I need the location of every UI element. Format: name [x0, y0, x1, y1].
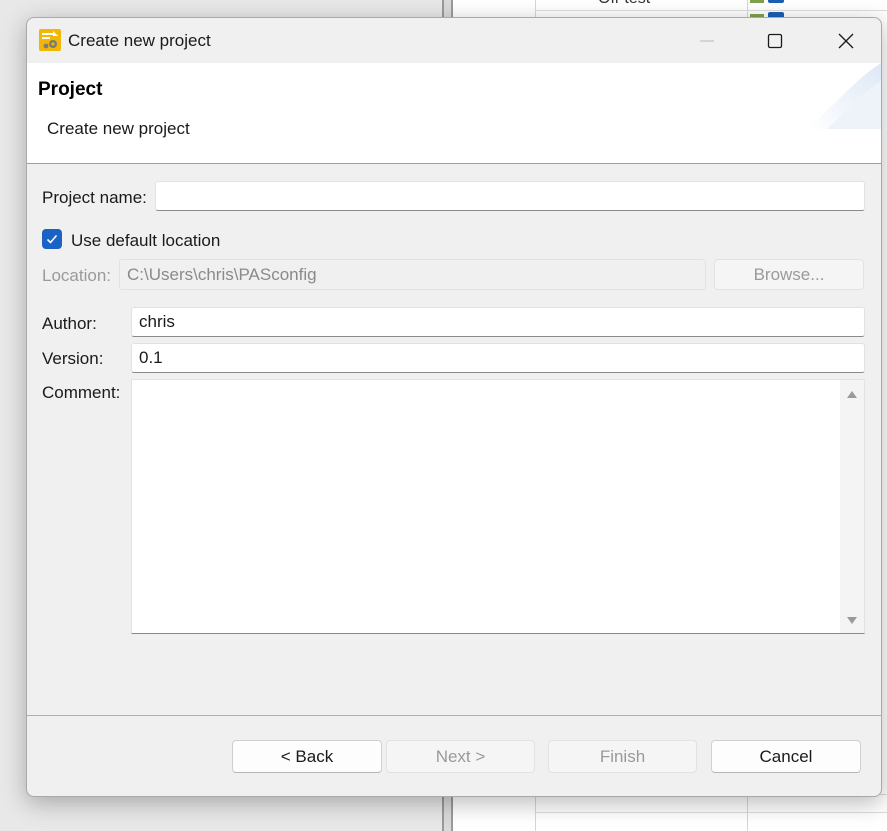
page-subtitle: Create new project: [47, 119, 190, 138]
create-project-dialog: Create new project Project Create new pr…: [26, 17, 882, 797]
browse-button[interactable]: Browse...: [714, 259, 864, 290]
maximize-icon: [767, 33, 783, 48]
project-name-input[interactable]: [155, 181, 865, 211]
author-input[interactable]: [131, 307, 865, 337]
scroll-up-arrow-icon[interactable]: [846, 390, 858, 400]
use-default-location-checkbox[interactable]: [42, 229, 62, 249]
author-label: Author:: [42, 314, 97, 333]
minimize-icon: [700, 39, 714, 42]
minimize-button[interactable]: [672, 18, 742, 63]
close-button[interactable]: [811, 18, 881, 63]
project-name-label: Project name:: [42, 188, 147, 207]
background-grid-line: [535, 10, 887, 11]
app-icon: [38, 28, 62, 52]
version-label: Version:: [42, 349, 104, 368]
background-status-icon: [768, 0, 784, 3]
footer-divider: [27, 715, 881, 716]
header-decoration-image: [807, 63, 881, 129]
comment-label: Comment:: [42, 383, 121, 402]
close-icon: [838, 33, 854, 48]
next-button[interactable]: Next >: [386, 740, 535, 773]
background-row-text: Off-test: [598, 0, 650, 8]
comment-textarea[interactable]: [131, 379, 865, 634]
title-bar[interactable]: Create new project: [27, 18, 881, 63]
location-label: Location:: [42, 266, 111, 285]
cancel-button[interactable]: Cancel: [711, 740, 861, 773]
window-title: Create new project: [68, 31, 211, 50]
maximize-button[interactable]: [740, 18, 810, 63]
checkmark-icon: [46, 234, 58, 244]
page-title: Project: [38, 79, 103, 100]
comment-scrollbar[interactable]: [840, 380, 864, 633]
version-input[interactable]: [131, 343, 865, 373]
finish-button[interactable]: Finish: [548, 740, 697, 773]
scroll-down-arrow-icon[interactable]: [846, 615, 858, 625]
use-default-location-label[interactable]: Use default location: [71, 231, 220, 251]
wizard-header: Project Create new project: [27, 63, 881, 164]
background-status-icon: [750, 0, 764, 3]
back-button[interactable]: < Back: [232, 740, 382, 773]
background-grid-line: [535, 812, 887, 813]
location-input[interactable]: [119, 259, 706, 290]
